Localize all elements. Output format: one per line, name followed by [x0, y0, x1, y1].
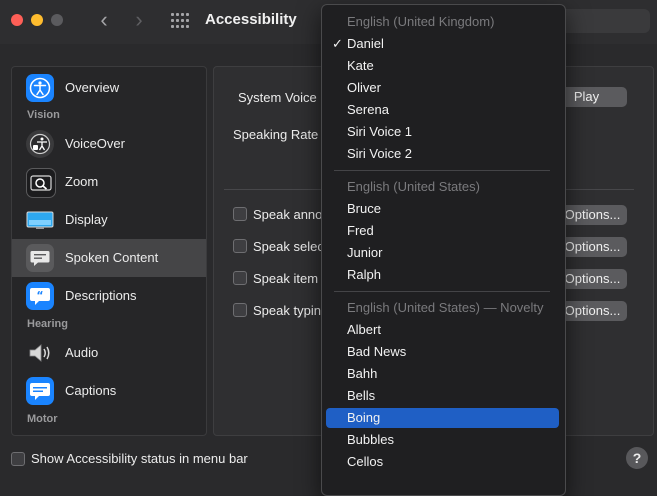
captions-icon: [26, 377, 54, 405]
menu-group-header: English (United States) — Novelty: [347, 300, 544, 315]
voiceover-icon: [26, 130, 54, 158]
sidebar-item-label: VoiceOver: [65, 136, 125, 151]
close-window-button[interactable]: [11, 14, 23, 26]
display-icon: [26, 206, 54, 234]
window-title: Accessibility: [205, 11, 297, 28]
sidebar-item-label: Captions: [65, 383, 117, 398]
sidebar-item-captions[interactable]: Captions: [12, 372, 206, 410]
system-voice-label: System Voice: [238, 90, 317, 105]
show-all-grid-icon[interactable]: [171, 13, 189, 29]
back-button[interactable]: ‹: [92, 9, 116, 33]
menu-item-bad-news[interactable]: Bad News: [326, 342, 559, 362]
sidebar-item-voiceover[interactable]: VoiceOver: [12, 125, 206, 163]
speak-item-checkbox[interactable]: [233, 271, 247, 285]
speak-announcements-checkbox[interactable]: [233, 207, 247, 221]
quote-bubble-icon: “: [26, 282, 54, 310]
speech-bubble-icon: [26, 244, 54, 272]
speaker-icon: [26, 339, 54, 367]
show-status-checkbox[interactable]: [11, 452, 25, 466]
menu-item-kate[interactable]: Kate: [326, 56, 559, 76]
sidebar-item-descriptions[interactable]: “ Descriptions: [12, 277, 206, 315]
section-hearing: Hearing: [27, 318, 68, 330]
menu-item-bubbles[interactable]: Bubbles: [326, 430, 559, 450]
speak-selection-checkbox[interactable]: [233, 239, 247, 253]
speak-typing-checkbox[interactable]: [233, 303, 247, 317]
menu-item-daniel[interactable]: ✓ Daniel: [326, 34, 559, 54]
sidebar-item-overview[interactable]: Overview: [12, 69, 206, 107]
menu-item-bells[interactable]: Bells: [326, 386, 559, 406]
sidebar-item-label: Descriptions: [65, 288, 137, 303]
menu-item-ralph[interactable]: Ralph: [326, 265, 559, 285]
speaking-rate-label: Speaking Rate: [233, 127, 319, 142]
svg-text:“: “: [36, 289, 43, 302]
zoom-icon: [26, 168, 56, 198]
sidebar-item-label: Spoken Content: [65, 250, 159, 265]
help-button[interactable]: ?: [626, 447, 648, 469]
speak-typing-label: Speak typin: [253, 303, 321, 318]
sidebar-item-label: Audio: [65, 345, 99, 360]
menu-separator: [334, 170, 550, 171]
checkmark-icon: ✓: [332, 36, 343, 51]
menu-item-siri-voice-1[interactable]: Siri Voice 1: [326, 122, 559, 142]
speak-item-label: Speak item: [253, 271, 319, 286]
section-vision: Vision: [27, 109, 60, 121]
menu-item-junior[interactable]: Junior: [326, 243, 559, 263]
section-motor: Motor: [27, 413, 58, 425]
speak-selection-label: Speak selec: [253, 239, 324, 254]
sidebar-item-label: Overview: [65, 80, 120, 95]
sidebar-item-display[interactable]: Display: [12, 201, 206, 239]
accessibility-icon: [26, 74, 54, 102]
sidebar-item-audio[interactable]: Audio: [12, 334, 206, 372]
menu-item-serena[interactable]: Serena: [326, 100, 559, 120]
sidebar-item-label: Display: [65, 212, 108, 227]
menu-item-fred[interactable]: Fred: [326, 221, 559, 241]
menu-item-bruce[interactable]: Bruce: [326, 199, 559, 219]
menu-item-bahh[interactable]: Bahh: [326, 364, 559, 384]
minimize-window-button[interactable]: [31, 14, 43, 26]
sidebar: Overview Vision VoiceOver Zoom Display S…: [11, 66, 207, 436]
menu-separator: [334, 291, 550, 292]
sidebar-item-zoom[interactable]: Zoom: [12, 163, 206, 201]
menu-item-siri-voice-2[interactable]: Siri Voice 2: [326, 144, 559, 164]
zoom-window-button[interactable]: [51, 14, 63, 26]
show-status-label: Show Accessibility status in menu bar: [31, 451, 248, 466]
menu-item-cellos[interactable]: Cellos: [326, 452, 559, 472]
system-voice-menu: English (United Kingdom) ✓ Daniel Kate O…: [321, 4, 566, 496]
sidebar-item-label: Zoom: [65, 174, 99, 189]
sidebar-item-spoken-content[interactable]: Spoken Content: [12, 239, 206, 277]
menu-item-oliver[interactable]: Oliver: [326, 78, 559, 98]
menu-group-header: English (United States): [347, 179, 480, 194]
menu-item-boing[interactable]: Boing: [326, 408, 559, 428]
search-input[interactable]: [560, 9, 650, 33]
forward-button[interactable]: ›: [127, 9, 151, 33]
menu-item-albert[interactable]: Albert: [326, 320, 559, 340]
menu-group-header: English (United Kingdom): [347, 14, 495, 29]
speak-announcements-label: Speak anno: [253, 207, 323, 222]
